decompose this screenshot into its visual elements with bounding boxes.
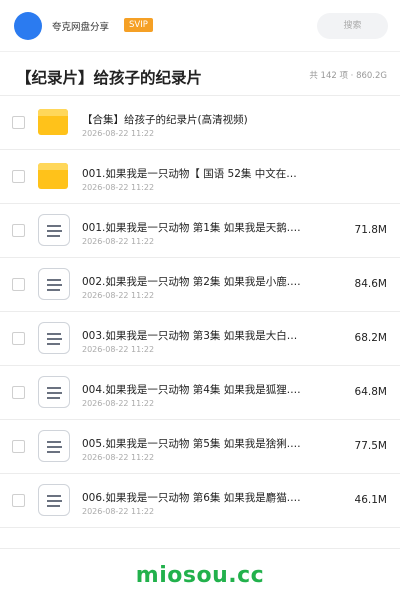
share-stats: 共 142 项 · 860.2G xyxy=(309,71,387,81)
file-list: 【合集】给孩子的纪录片(高清视频) 2026-08-22 11:22 001.如… xyxy=(0,96,400,528)
select-checkbox[interactable] xyxy=(12,386,25,399)
file-name: 001.如果我是一只动物 第1集 如果我是天鹅.m… xyxy=(82,222,304,234)
select-checkbox[interactable] xyxy=(12,494,25,507)
document-icon xyxy=(38,322,70,356)
file-date: 2026-08-22 11:22 xyxy=(82,183,155,192)
document-icon xyxy=(38,484,70,518)
list-item[interactable]: 004.如果我是一只动物 第4集 如果我是狐狸.m… 2026-08-22 11… xyxy=(0,366,400,420)
brand-name: 夸克网盘分享 xyxy=(52,22,110,33)
page-title: 【纪录片】给孩子的纪录片 xyxy=(16,69,203,87)
list-item[interactable]: 【合集】给孩子的纪录片(高清视频) 2026-08-22 11:22 xyxy=(0,96,400,150)
select-checkbox[interactable] xyxy=(12,116,25,129)
search-button[interactable]: 搜索 xyxy=(317,13,388,39)
file-size: 71.8M xyxy=(354,224,387,236)
svip-badge[interactable]: SVIP xyxy=(124,18,153,32)
footer-divider xyxy=(0,548,400,549)
select-checkbox[interactable] xyxy=(12,278,25,291)
file-size: 64.8M xyxy=(354,386,387,398)
avatar[interactable] xyxy=(14,12,42,40)
app-header: 夸克网盘分享 SVIP 搜索 xyxy=(0,0,400,52)
file-name: 003.如果我是一只动物 第3集 如果我是大白熊犬… xyxy=(82,330,304,342)
file-name: 【合集】给孩子的纪录片(高清视频) xyxy=(82,114,248,126)
file-date: 2026-08-22 11:22 xyxy=(82,453,155,462)
list-item[interactable]: 001.如果我是一只动物 第1集 如果我是天鹅.m… 2026-08-22 11… xyxy=(0,204,400,258)
select-checkbox[interactable] xyxy=(12,332,25,345)
file-name: 002.如果我是一只动物 第2集 如果我是小鹿.m… xyxy=(82,276,304,288)
document-icon xyxy=(38,430,70,464)
file-size: 84.6M xyxy=(354,278,387,290)
watermark: miosou.cc xyxy=(135,563,265,588)
file-date: 2026-08-22 11:22 xyxy=(82,129,155,138)
document-icon xyxy=(38,268,70,302)
select-checkbox[interactable] xyxy=(12,224,25,237)
select-checkbox[interactable] xyxy=(12,170,25,183)
file-date: 2026-08-22 11:22 xyxy=(82,399,155,408)
file-name: 001.如果我是一只动物【 国语 52集 中文在… xyxy=(82,168,297,180)
document-icon xyxy=(38,376,70,410)
list-item[interactable]: 002.如果我是一只动物 第2集 如果我是小鹿.m… 2026-08-22 11… xyxy=(0,258,400,312)
select-checkbox[interactable] xyxy=(12,440,25,453)
file-size: 46.1M xyxy=(354,494,387,506)
file-date: 2026-08-22 11:22 xyxy=(82,237,155,246)
list-item[interactable]: 006.如果我是一只动物 第6集 如果我是麝猫.m… 2026-08-22 11… xyxy=(0,474,400,528)
list-item[interactable]: 001.如果我是一只动物【 国语 52集 中文在… 2026-08-22 11:… xyxy=(0,150,400,204)
file-name: 006.如果我是一只动物 第6集 如果我是麝猫.m… xyxy=(82,492,304,504)
list-item[interactable]: 005.如果我是一只动物 第5集 如果我是猞猁.m… 2026-08-22 11… xyxy=(0,420,400,474)
share-title-bar: 【纪录片】给孩子的纪录片 共 142 项 · 860.2G xyxy=(0,52,400,96)
file-size: 77.5M xyxy=(354,440,387,452)
file-date: 2026-08-22 11:22 xyxy=(82,291,155,300)
folder-icon xyxy=(38,106,70,140)
document-icon xyxy=(38,214,70,248)
list-item[interactable]: 003.如果我是一只动物 第3集 如果我是大白熊犬… 2026-08-22 11… xyxy=(0,312,400,366)
file-name: 004.如果我是一只动物 第4集 如果我是狐狸.m… xyxy=(82,384,304,396)
file-date: 2026-08-22 11:22 xyxy=(82,345,155,354)
file-size: 68.2M xyxy=(354,332,387,344)
file-name: 005.如果我是一只动物 第5集 如果我是猞猁.m… xyxy=(82,438,304,450)
folder-icon xyxy=(38,160,70,194)
file-date: 2026-08-22 11:22 xyxy=(82,507,155,516)
